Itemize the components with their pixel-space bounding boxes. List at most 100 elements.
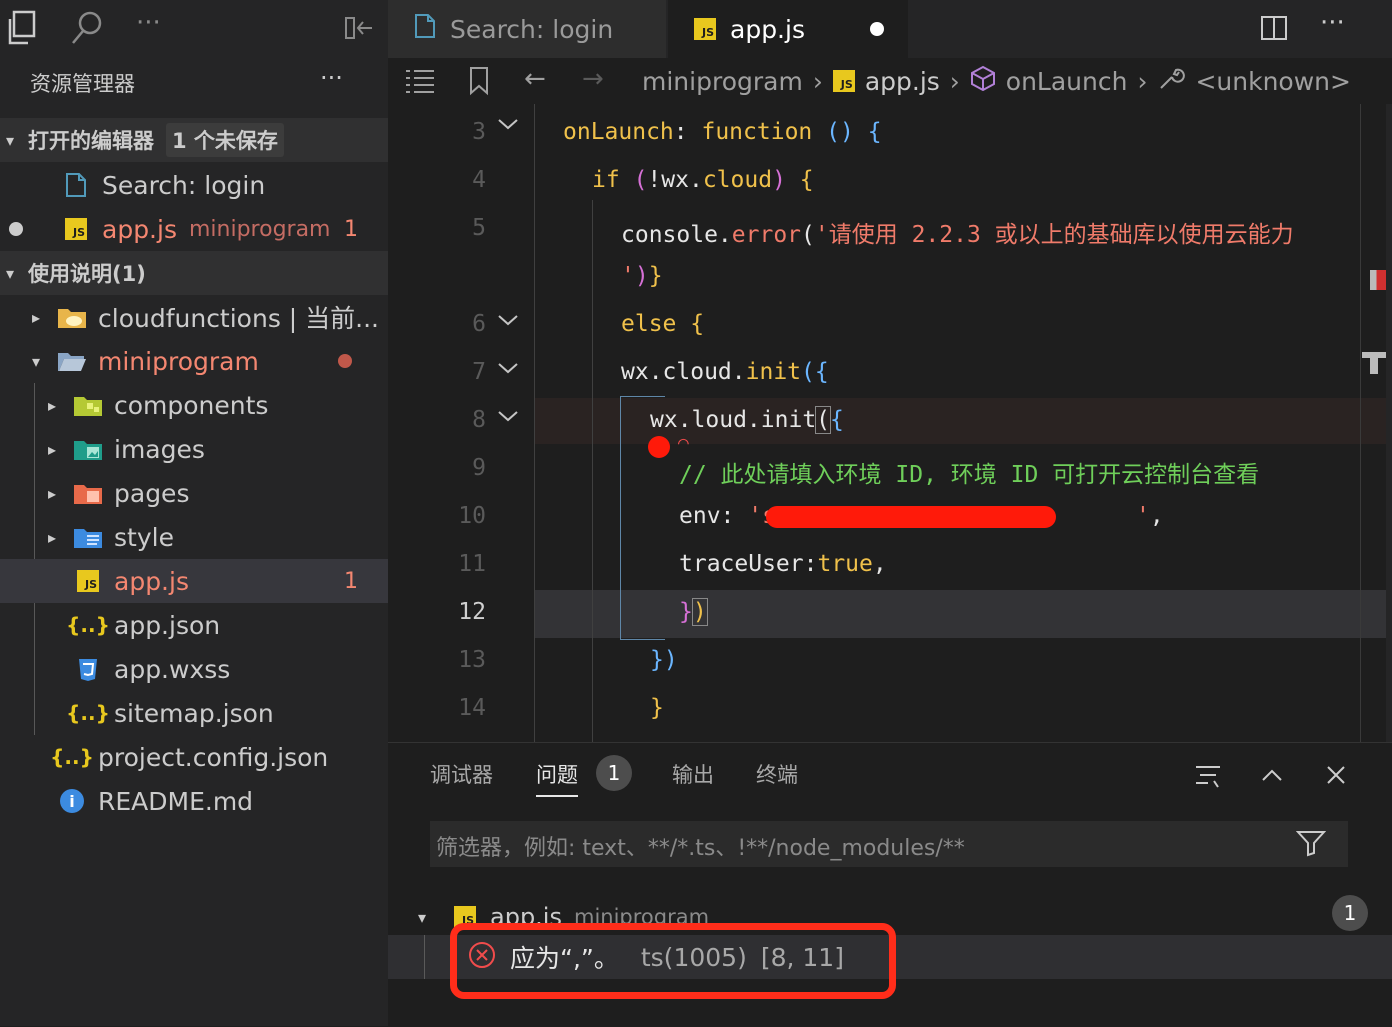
tree-item-pages[interactable]: ▸ pages [0,471,388,515]
chevron-right-icon: › [1137,66,1148,96]
files-icon[interactable] [6,10,38,50]
tab-debugger[interactable]: 调试器 [430,759,493,789]
tree-item-appjs[interactable]: JS app.js 1 [0,559,388,603]
js-file-icon: JS [832,70,855,92]
code-line: if (!wx.cloud) { [592,167,814,193]
tree-item-readme[interactable]: i README.md [0,779,388,823]
fold-chevron-icon[interactable] [496,360,520,380]
tab-appjs[interactable]: JS app.js [668,0,908,58]
code-line: else { [621,311,705,337]
more-icon[interactable]: ··· [136,8,161,38]
search-icon[interactable] [70,10,104,50]
funnel-icon[interactable] [1295,829,1327,861]
tab-search-login[interactable]: Search: login [388,0,666,58]
overview-cursor-marker [1370,358,1378,374]
tree-item-miniprogram[interactable]: ▾ miniprogram [0,339,388,383]
json-file-icon: {..} [66,613,110,637]
js-file-icon: JS [72,566,104,596]
breadcrumb: ← → miniprogram › JS app.js › onLaunch ›… [388,58,1392,105]
tree-label: app.json [114,610,221,640]
line-number: 6 [472,311,486,337]
bookmark-icon[interactable] [468,66,490,102]
scrollbar[interactable] [1386,104,1392,742]
tab-output[interactable]: 输出 [672,759,714,789]
back-arrow-icon[interactable]: ← [524,64,546,94]
open-editor-label: Search: login [102,170,266,200]
open-editor-label: app.js [102,214,177,244]
js-file-icon: JS [694,18,716,40]
images-folder-icon [72,434,104,464]
tree-item-components[interactable]: ▸ components [0,383,388,427]
modified-dot-icon [338,354,352,368]
tab-label: app.js [730,14,805,44]
breadcrumb-item[interactable]: <unknown> [1195,67,1351,96]
code-editor[interactable]: 3 4 5 6 7 8 9 10 11 12 13 14 onLaunch: f… [388,104,1392,742]
chevron-up-icon[interactable] [1260,763,1284,791]
tree-item-cloudfunctions[interactable]: ▸ cloudfunctions | 当前... [0,295,388,339]
tree-label: pages [114,478,190,508]
code-line: }) [650,647,678,673]
breadcrumb-item[interactable]: miniprogram [642,67,803,96]
file-icon [60,170,92,200]
open-editor-item-appjs[interactable]: JS app.js miniprogram 1 [0,207,388,251]
sidebar-title: 资源管理器 [30,72,135,96]
line-number: 14 [458,695,486,721]
chevron-down-icon: ▾ [5,263,15,283]
forward-arrow-icon[interactable]: → [582,64,604,94]
breadcrumb-item[interactable]: app.js [865,67,940,96]
tree-label: project.config.json [98,742,329,772]
unsaved-dot-icon[interactable] [0,222,32,236]
line-number: 7 [472,359,486,385]
fold-chevron-icon[interactable] [496,408,520,428]
code-line: console.error('请使用 2.2.3 或以上的基础库以使用云能力 [621,222,1294,248]
tree-item-style[interactable]: ▸ style [0,515,388,559]
tree-item-appwxss[interactable]: app.wxss [0,647,388,691]
chevron-down-icon: ▾ [5,130,15,150]
split-editor-icon[interactable] [1260,14,1288,46]
tree-label: README.md [98,786,254,816]
more-actions-icon[interactable]: ··· [1320,8,1345,38]
chevron-right-icon: ▸ [31,307,41,327]
json-file-icon: {..} [66,701,110,725]
folder-open-icon [56,346,88,376]
fold-chevron-icon[interactable] [496,116,520,136]
tree-item-images[interactable]: ▸ images [0,427,388,471]
list-icon[interactable] [404,68,436,100]
tree-item-project-config[interactable]: {..} project.config.json [0,735,388,779]
tree-label: cloudfunctions | 当前... [98,304,380,333]
tab-terminal[interactable]: 终端 [756,759,798,789]
chevron-right-icon: ▸ [47,395,57,415]
sidebar-toolbar: ··· [0,0,388,58]
file-icon [414,13,436,45]
tree-item-sitemap[interactable]: {..} sitemap.json [0,691,388,735]
editor-ruler [1360,104,1361,742]
unsaved-dot-icon[interactable] [870,22,884,36]
chevron-right-icon: ▸ [47,527,57,547]
collapse-sidebar-icon[interactable] [344,14,374,46]
tree-label: sitemap.json [114,698,274,728]
sidebar-more-icon[interactable]: ··· [320,64,343,92]
line-number: 13 [458,647,486,673]
tab-problems[interactable]: 问题 [536,759,578,797]
editor-tab-bar: Search: login JS app.js ··· [388,0,1392,58]
code-line: ')} [621,263,663,289]
annotation-marker [648,436,670,458]
section-label: 使用说明(1) [28,262,146,286]
workspace-section[interactable]: ▾ 使用说明(1) [0,251,388,295]
close-icon[interactable] [1324,763,1348,791]
code-line: traceUser:true, [679,551,887,577]
filter-input[interactable]: 筛选器，例如: text、**/*.ts、!**/node_modules/** [430,821,1348,867]
chevron-right-icon: › [812,66,823,96]
open-editor-item-search[interactable]: Search: login [0,163,388,207]
code-line: }) [679,598,708,626]
fold-chevron-icon[interactable] [496,312,520,332]
open-editors-section[interactable]: ▾ 打开的编辑器 1 个未保存 [0,118,388,162]
filter-list-icon[interactable] [1194,763,1222,795]
tree-item-appjson[interactable]: {..} app.json [0,603,388,647]
chevron-right-icon: ▸ [47,439,57,459]
breadcrumb-item[interactable]: onLaunch [1006,67,1128,96]
problem-file-count: 1 [1332,895,1368,931]
overview-ruler-marker [1370,270,1386,290]
tree-label: components [114,390,269,420]
section-label: 打开的编辑器 [28,129,154,153]
